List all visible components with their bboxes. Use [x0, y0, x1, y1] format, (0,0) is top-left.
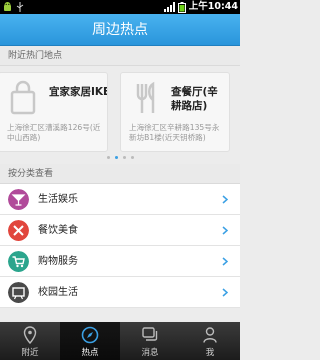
tab-label: 我: [205, 348, 215, 358]
tab-me[interactable]: 我: [180, 322, 240, 360]
page-dot-active: [114, 156, 118, 159]
tab-label: 附近: [21, 348, 39, 358]
category-row-campus[interactable]: 校园生活: [0, 277, 240, 308]
category-label: 校园生活: [38, 287, 78, 298]
shopping-cart-icon: [8, 251, 29, 272]
chevron-right-icon: [222, 257, 228, 266]
page-dot: [106, 156, 110, 159]
chevron-right-icon: [222, 226, 228, 235]
carousel-page-indicator: [0, 156, 240, 159]
place-address: 上海徐汇区漕溪路126号(近中山西路): [7, 123, 101, 142]
tab-nearby[interactable]: 附近: [0, 322, 60, 360]
place-name: 宜家家居IKEA(徐汇...: [49, 86, 108, 98]
category-row-entertainment[interactable]: 生活娱乐: [0, 184, 240, 215]
fork-knife-icon: [8, 220, 29, 241]
blackboard-icon: [8, 282, 29, 303]
place-card-ikea[interactable]: 宜家家居IKEA(徐汇... 上海徐汇区漕溪路126号(近中山西路): [0, 72, 108, 152]
person-icon: [203, 327, 217, 343]
category-label: 餐饮美食: [38, 225, 78, 236]
place-name: 查餐厅(辛耕路店): [171, 86, 218, 112]
category-label: 生活娱乐: [38, 194, 78, 205]
android-notification-icon: [4, 2, 11, 11]
shopping-bag-icon: [10, 80, 36, 115]
page-title: 周边热点: [92, 22, 148, 38]
tab-messages[interactable]: 消息: [120, 322, 180, 360]
tab-label: 消息: [141, 348, 159, 358]
usb-icon: [16, 2, 24, 12]
status-bar: 上午10:44: [0, 0, 240, 14]
category-list: 生活娱乐 餐饮美食 购物服务 校园生活: [0, 184, 240, 308]
battery-icon: [177, 1, 186, 13]
category-label: 购物服务: [38, 256, 78, 267]
bottom-tab-bar: 附近 热点 消息 我: [0, 322, 240, 360]
compass-icon: [81, 326, 99, 344]
category-section-header: 按分类查看: [0, 164, 240, 184]
nearby-section-header: 附近热门地点: [0, 46, 240, 66]
nearby-carousel[interactable]: 宜家家居IKEA(徐汇... 上海徐汇区漕溪路126号(近中山西路) 查餐厅(辛…: [0, 66, 240, 164]
place-card-restaurant[interactable]: 查餐厅(辛耕路店) 上海徐汇区辛耕路135号永新坊B1楼(近天钥桥路): [120, 72, 230, 152]
fork-knife-icon: [136, 81, 155, 113]
page-dot: [130, 156, 134, 159]
message-icon: [142, 327, 158, 341]
tab-hotspots[interactable]: 热点: [60, 322, 120, 360]
tab-label: 热点: [81, 348, 99, 358]
chevron-right-icon: [222, 288, 228, 297]
title-bar: 周边热点: [0, 14, 240, 46]
category-row-food[interactable]: 餐饮美食: [0, 215, 240, 246]
chevron-right-icon: [222, 195, 228, 204]
page-dot: [122, 156, 126, 159]
signal-icon: [163, 2, 175, 12]
place-address: 上海徐汇区辛耕路135号永新坊B1楼(近天钥桥路): [129, 123, 220, 142]
location-pin-icon: [23, 326, 37, 344]
clock: 上午10:44: [188, 1, 238, 12]
category-row-shopping[interactable]: 购物服务: [0, 246, 240, 277]
cocktail-icon: [8, 189, 29, 210]
